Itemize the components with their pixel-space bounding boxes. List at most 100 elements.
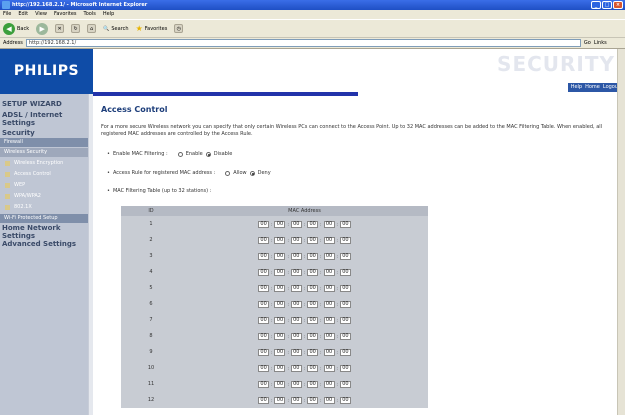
- mac-octet-input[interactable]: 00: [323, 316, 335, 324]
- mac-octet-input[interactable]: 00: [290, 316, 302, 324]
- page-scrollbar[interactable]: [617, 49, 625, 415]
- mac-octet-input[interactable]: 00: [258, 284, 270, 292]
- sidebar-firewall[interactable]: Firewall: [0, 138, 93, 147]
- sidebar-wireless-security[interactable]: Wireless Security: [0, 148, 93, 157]
- mac-octet-input[interactable]: 00: [258, 236, 270, 244]
- mac-octet-input[interactable]: 00: [323, 220, 335, 228]
- mac-octet-input[interactable]: 00: [339, 300, 351, 308]
- sidebar-adsl[interactable]: ADSL / Internet Settings: [0, 111, 93, 127]
- mac-octet-input[interactable]: 00: [290, 396, 302, 404]
- address-input[interactable]: http://192.168.2.1/: [25, 39, 581, 47]
- mac-octet-input[interactable]: 00: [274, 268, 286, 276]
- sidebar-advanced[interactable]: Advanced Settings: [0, 240, 93, 248]
- mac-octet-input[interactable]: 00: [323, 252, 335, 260]
- stop-icon[interactable]: ✕: [55, 24, 65, 33]
- sidebar-wep[interactable]: WEP: [0, 180, 93, 191]
- mac-octet-input[interactable]: 00: [290, 364, 302, 372]
- mac-octet-input[interactable]: 00: [274, 300, 286, 308]
- mac-octet-input[interactable]: 00: [339, 348, 351, 356]
- sidebar-home-network[interactable]: Home Network Settings: [0, 224, 93, 240]
- mac-octet-input[interactable]: 00: [258, 268, 270, 276]
- mac-octet-input[interactable]: 00: [290, 252, 302, 260]
- mac-octet-input[interactable]: 00: [307, 220, 319, 228]
- mac-octet-input[interactable]: 00: [258, 252, 270, 260]
- help-link[interactable]: Help: [571, 83, 582, 92]
- home-link[interactable]: Home: [585, 83, 600, 92]
- go-button[interactable]: Go: [584, 40, 591, 46]
- mac-octet-input[interactable]: 00: [323, 284, 335, 292]
- mac-octet-input[interactable]: 00: [339, 252, 351, 260]
- disable-radio[interactable]: [205, 151, 211, 157]
- menu-favorites[interactable]: Favorites: [54, 10, 77, 19]
- menu-file[interactable]: File: [3, 10, 11, 19]
- mac-octet-input[interactable]: 00: [290, 348, 302, 356]
- mac-octet-input[interactable]: 00: [290, 300, 302, 308]
- mac-octet-input[interactable]: 00: [323, 364, 335, 372]
- maximize-button[interactable]: □: [602, 1, 612, 9]
- forward-button[interactable]: ▶: [36, 22, 49, 35]
- mac-octet-input[interactable]: 00: [323, 332, 335, 340]
- mac-octet-input[interactable]: 00: [258, 332, 270, 340]
- sidebar-8021x[interactable]: 802.1X: [0, 202, 93, 213]
- sidebar-wps[interactable]: Wi-Fi Protected Setup: [0, 214, 93, 223]
- close-button[interactable]: ×: [613, 1, 623, 9]
- mac-octet-input[interactable]: 00: [339, 316, 351, 324]
- sidebar-setup-wizard[interactable]: SETUP WIZARD: [0, 100, 93, 108]
- deny-radio[interactable]: [249, 170, 255, 176]
- mac-octet-input[interactable]: 00: [290, 332, 302, 340]
- refresh-icon[interactable]: ↻: [71, 24, 81, 33]
- mac-octet-input[interactable]: 00: [307, 348, 319, 356]
- mac-octet-input[interactable]: 00: [339, 364, 351, 372]
- mac-octet-input[interactable]: 00: [258, 300, 270, 308]
- menu-edit[interactable]: Edit: [18, 10, 28, 19]
- history-icon[interactable]: ◷: [174, 24, 184, 33]
- mac-octet-input[interactable]: 00: [290, 220, 302, 228]
- mac-octet-input[interactable]: 00: [258, 396, 270, 404]
- favorites-button[interactable]: ★ Favorites: [136, 24, 168, 33]
- mac-octet-input[interactable]: 00: [274, 380, 286, 388]
- mac-octet-input[interactable]: 00: [274, 364, 286, 372]
- allow-radio[interactable]: [225, 170, 231, 176]
- mac-octet-input[interactable]: 00: [323, 236, 335, 244]
- mac-octet-input[interactable]: 00: [323, 300, 335, 308]
- mac-octet-input[interactable]: 00: [339, 220, 351, 228]
- back-button[interactable]: ◀ Back: [3, 22, 29, 35]
- home-icon[interactable]: ⌂: [87, 24, 97, 33]
- mac-octet-input[interactable]: 00: [339, 396, 351, 404]
- menu-tools[interactable]: Tools: [84, 10, 96, 19]
- minimize-button[interactable]: _: [591, 1, 601, 9]
- mac-octet-input[interactable]: 00: [274, 284, 286, 292]
- mac-octet-input[interactable]: 00: [274, 236, 286, 244]
- mac-octet-input[interactable]: 00: [258, 316, 270, 324]
- mac-octet-input[interactable]: 00: [339, 236, 351, 244]
- mac-octet-input[interactable]: 00: [274, 220, 286, 228]
- mac-octet-input[interactable]: 00: [274, 332, 286, 340]
- mac-octet-input[interactable]: 00: [307, 252, 319, 260]
- sidebar-access-control[interactable]: Access Control: [0, 169, 93, 180]
- menu-help[interactable]: Help: [103, 10, 114, 19]
- mac-octet-input[interactable]: 00: [307, 364, 319, 372]
- mac-octet-input[interactable]: 00: [258, 364, 270, 372]
- mac-octet-input[interactable]: 00: [258, 380, 270, 388]
- mac-octet-input[interactable]: 00: [307, 316, 319, 324]
- mac-octet-input[interactable]: 00: [307, 284, 319, 292]
- search-button[interactable]: 🔍 Search: [103, 26, 128, 32]
- mac-octet-input[interactable]: 00: [323, 380, 335, 388]
- mac-octet-input[interactable]: 00: [258, 348, 270, 356]
- mac-octet-input[interactable]: 00: [339, 284, 351, 292]
- sidebar-scrollbar[interactable]: [88, 94, 93, 415]
- sidebar-security[interactable]: Security: [0, 129, 93, 137]
- mac-octet-input[interactable]: 00: [339, 380, 351, 388]
- mac-octet-input[interactable]: 00: [307, 300, 319, 308]
- mac-octet-input[interactable]: 00: [307, 396, 319, 404]
- mac-octet-input[interactable]: 00: [307, 332, 319, 340]
- mac-octet-input[interactable]: 00: [307, 380, 319, 388]
- mac-octet-input[interactable]: 00: [274, 252, 286, 260]
- mac-octet-input[interactable]: 00: [274, 316, 286, 324]
- links-button[interactable]: Links: [594, 40, 607, 46]
- mac-octet-input[interactable]: 00: [339, 332, 351, 340]
- mac-octet-input[interactable]: 00: [307, 268, 319, 276]
- mac-octet-input[interactable]: 00: [290, 268, 302, 276]
- mac-octet-input[interactable]: 00: [274, 348, 286, 356]
- mac-octet-input[interactable]: 00: [339, 268, 351, 276]
